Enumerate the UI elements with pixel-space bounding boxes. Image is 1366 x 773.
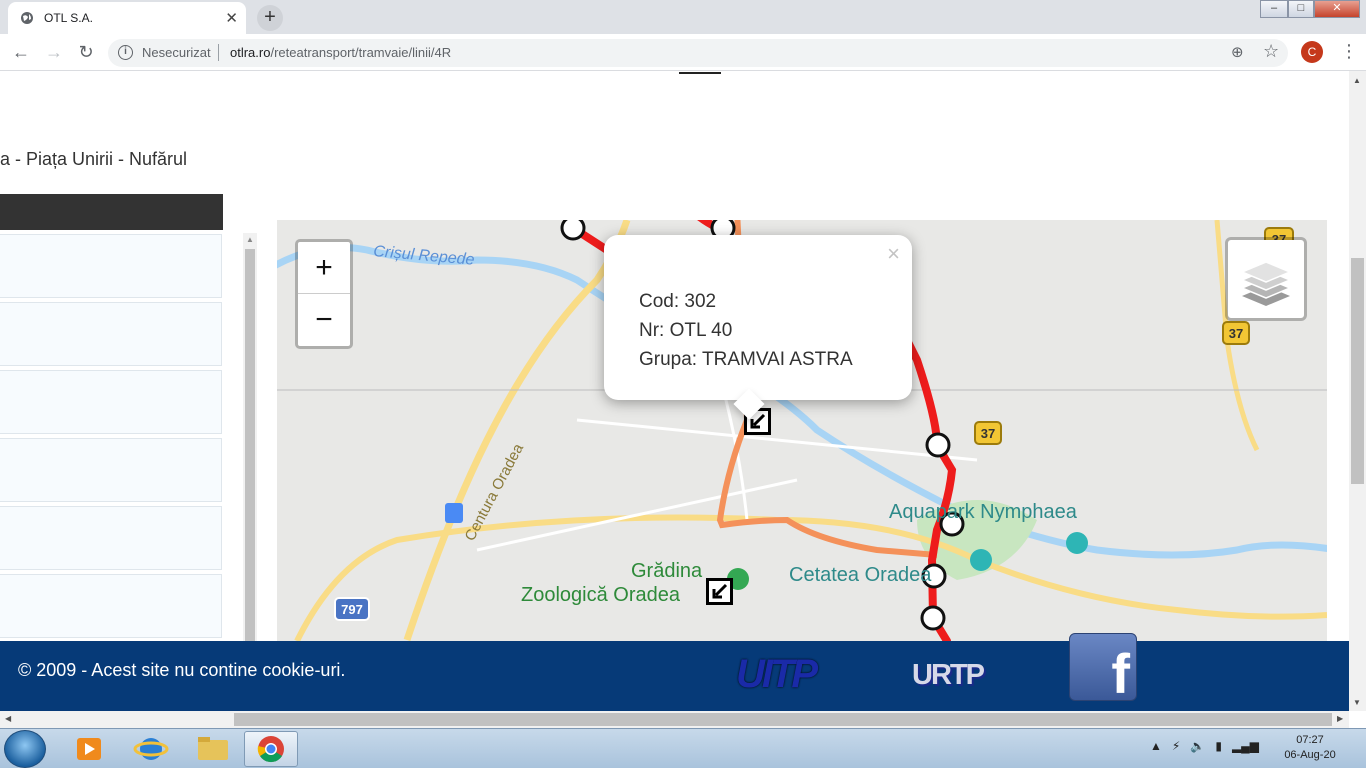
stop-list-item[interactable] (0, 370, 222, 434)
volume-icon[interactable]: 🔈 (1190, 739, 1205, 753)
url-path: /reteatransport/tramvaie/linii/4R (270, 45, 452, 60)
media-player-taskbar-icon[interactable] (62, 731, 116, 767)
arrow-down-left-icon (712, 583, 728, 599)
zoom-magnifier-icon[interactable]: ⊕ (1231, 43, 1244, 61)
stops-panel-header (0, 194, 223, 230)
back-arrow-icon[interactable]: ← (10, 42, 32, 64)
battery-icon[interactable]: ▮ (1215, 739, 1222, 753)
citadel-label: Cetatea Oradea (789, 564, 932, 586)
page-horizontal-scrollbar[interactable]: ◀ ▶ (0, 711, 1349, 728)
tray-expand-icon[interactable]: ▲ (1150, 739, 1162, 753)
road-37-number: 37 (981, 426, 995, 441)
url-text[interactable]: otlra.ro/reteatransport/tramvaie/linii/4… (230, 45, 451, 60)
omnibox-divider (218, 44, 219, 61)
transit-icon (445, 503, 463, 523)
tram-stop-marker[interactable] (925, 432, 951, 458)
stop-list-item[interactable] (0, 302, 222, 366)
park-pin-icon (1066, 532, 1088, 554)
scroll-up-arrow-icon[interactable]: ▲ (1353, 76, 1361, 85)
route-map[interactable]: 37 37 37 797 Crișul Repede Centura Orade… (277, 220, 1327, 641)
new-tab-button[interactable]: + (257, 5, 283, 31)
scroll-up-arrow-icon[interactable]: ▲ (246, 235, 254, 244)
river-label: Crișul Repede (373, 243, 476, 269)
tram-vehicle-marker[interactable] (706, 578, 733, 605)
file-explorer-icon[interactable] (186, 731, 240, 767)
aquapark-label: Aquapark Nymphaea (889, 501, 1078, 523)
ring-road (403, 220, 631, 641)
road-797-number: 797 (341, 602, 363, 617)
scroll-down-arrow-icon[interactable]: ▼ (1353, 698, 1361, 707)
page-hscroll-thumb[interactable] (234, 713, 1332, 726)
tab-title: OTL S.A. (44, 11, 93, 25)
uitp-logo[interactable]: UITP (736, 652, 818, 697)
tram-stop-marker[interactable] (920, 605, 946, 631)
bookmark-star-icon[interactable]: ☆ (1263, 41, 1279, 62)
tab-close-button[interactable]: ✕ (225, 9, 238, 27)
signal-icon[interactable]: ▂▄▆ (1232, 739, 1259, 753)
header-underline (679, 72, 721, 74)
page-content: a - Piața Unirii - Nufărul ▲ 37 37 797 C… (0, 71, 1349, 711)
popup-grupa: Grupa: TRAMVAI ASTRA (639, 349, 853, 370)
kebab-menu-icon[interactable]: ⋮ (1340, 41, 1358, 62)
close-window-button[interactable]: ✕ (1314, 0, 1360, 18)
stops-scrollbar[interactable]: ▲ (243, 233, 257, 649)
map-zoom-control: + − (295, 239, 353, 349)
start-button[interactable] (4, 730, 46, 768)
network-icon[interactable]: ⚡ (1172, 739, 1180, 753)
clock-time: 07:27 (1296, 734, 1324, 746)
stops-scroll-thumb[interactable] (245, 249, 255, 649)
copyright-text: © 2009 - Acest site nu contine cookie-ur… (18, 660, 346, 680)
windows-taskbar: ▲ ⚡ 🔈 ▮ ▂▄▆ 07:27 06-Aug-20 (0, 728, 1366, 768)
site-footer: © 2009 - Acest site nu contine cookie-ur… (0, 633, 1349, 711)
profile-avatar[interactable]: C (1301, 41, 1323, 63)
globe-icon (21, 12, 33, 24)
page-scroll-thumb[interactable] (1351, 258, 1364, 484)
zoom-out-button[interactable]: − (298, 294, 350, 346)
stop-list-item[interactable] (0, 574, 222, 638)
layers-icon (1240, 261, 1292, 306)
chrome-taskbar-icon[interactable] (244, 731, 298, 767)
stop-list-item[interactable] (0, 234, 222, 298)
vehicle-popup: × Cod: 302 Nr: OTL 40 Grupa: TRAMVAI AST… (604, 235, 912, 420)
popup-nr: Nr: OTL 40 (639, 320, 733, 341)
address-bar[interactable]: i Nesecurizat otlra.ro/reteatransport/tr… (108, 39, 1288, 67)
browser-tab[interactable]: OTL S.A. ✕ (8, 2, 246, 34)
clock-date: 06-Aug-20 (1284, 749, 1336, 761)
zoo-label: Zoologică Oradea (521, 584, 681, 606)
minimize-button[interactable]: – (1260, 0, 1288, 18)
browser-toolbar: ← → ↻ i Nesecurizat otlra.ro/reteatransp… (0, 34, 1366, 71)
scroll-right-arrow-icon[interactable]: ▶ (1337, 714, 1343, 723)
internet-explorer-icon[interactable] (124, 731, 178, 767)
stop-list-item[interactable] (0, 506, 222, 570)
security-indicator[interactable]: Nesecurizat (142, 45, 211, 60)
route-title: a - Piața Unirii - Nufărul (0, 149, 188, 169)
zoo-label: Grădina (631, 560, 703, 582)
popup-cod: Cod: 302 (639, 291, 717, 312)
stop-list-item[interactable] (0, 438, 222, 502)
url-host: otlra.ro (230, 45, 271, 60)
road-37-number: 37 (1229, 326, 1243, 341)
reload-icon[interactable]: ↻ (75, 42, 97, 64)
facebook-icon[interactable]: f (1069, 633, 1137, 701)
system-tray[interactable]: ▲ ⚡ 🔈 ▮ ▂▄▆ (1150, 739, 1259, 753)
forward-arrow-icon[interactable]: → (43, 42, 65, 64)
camera-pin-icon (970, 549, 992, 571)
urtp-logo[interactable]: URTP (912, 659, 985, 692)
scroll-left-arrow-icon[interactable]: ◀ (5, 714, 11, 723)
tab-strip: OTL S.A. ✕ + – □ ✕ (0, 0, 1366, 34)
tram-stop-marker[interactable] (560, 220, 586, 241)
zoom-in-button[interactable]: + (298, 242, 350, 294)
maximize-button[interactable]: □ (1288, 0, 1314, 18)
popup-close-button[interactable]: × (887, 241, 900, 267)
page-vertical-scrollbar[interactable]: ▲ ▼ (1349, 71, 1366, 711)
taskbar-clock[interactable]: 07:27 06-Aug-20 (1280, 733, 1340, 763)
info-icon[interactable]: i (118, 45, 133, 60)
layers-button[interactable] (1225, 237, 1307, 321)
